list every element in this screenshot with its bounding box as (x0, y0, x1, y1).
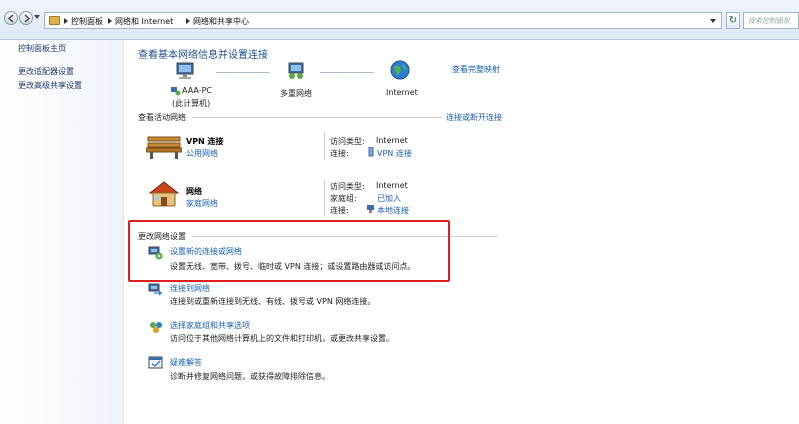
multiple-networks-icon[interactable] (286, 62, 306, 82)
forward-button[interactable] (19, 11, 33, 25)
homegroup-sharing-desc: 访问位于其他网络计算机上的文件和打印机，或更改共享设置。 (170, 334, 394, 343)
forward-arrow-icon (24, 14, 31, 23)
breadcrumb-separator-icon[interactable] (108, 18, 112, 24)
details-divider (324, 132, 325, 160)
breadcrumb-control-panel[interactable]: 控制面板 (71, 16, 103, 27)
vpn-connection-icon (368, 146, 374, 159)
breadcrumb-separator-icon[interactable] (64, 18, 68, 24)
local-connection-icon (367, 204, 375, 216)
change-adapter-settings-link[interactable]: 更改适配器设置 (18, 66, 74, 77)
vpn-connection-label: 连接: (330, 149, 349, 158)
connect-to-network-link[interactable]: 连接到网络 (170, 283, 210, 294)
page-title: 查看基本网络信息并设置连接 (138, 50, 268, 61)
multiple-networks-label: 多重网络 (280, 89, 312, 98)
home-network-icon (148, 180, 180, 210)
computer-sublabel: (此计算机) (172, 99, 211, 108)
search-input[interactable]: 搜索控制面板 (743, 12, 799, 29)
home-access-type-label: 访问类型: (330, 182, 365, 191)
section-divider (192, 117, 442, 118)
change-advanced-sharing-link[interactable]: 更改高级共享设置 (18, 80, 82, 91)
vpn-access-type-value: Internet (376, 136, 408, 145)
homegroup-joined-link[interactable]: 已加入 (377, 193, 401, 204)
connect-or-disconnect-link[interactable]: 连接或断开连接 (446, 112, 502, 123)
control-panel-folder-icon (49, 16, 60, 25)
local-connection-link[interactable]: 本地连接 (377, 205, 409, 216)
troubleshoot-link[interactable]: 疑难解答 (170, 357, 202, 368)
bench-public-network-icon (145, 134, 183, 162)
computer-icon[interactable] (175, 62, 195, 82)
left-task-pane: 控制面板主页 更改适配器设置 更改高级共享设置 (0, 40, 124, 424)
back-button[interactable] (4, 11, 18, 25)
breadcrumb-network-sharing-center[interactable]: 网络和共享中心 (193, 16, 249, 27)
back-arrow-icon (7, 14, 14, 23)
home-connection-label: 连接: (330, 206, 349, 215)
map-connector-line (216, 72, 270, 73)
network-adapter-icon (170, 85, 181, 98)
internet-label: Internet (386, 88, 418, 97)
connect-to-network-desc: 连接到或重新连接到无线、有线、拨号或 VPN 网络连接。 (170, 297, 376, 306)
search-placeholder: 搜索控制面板 (748, 17, 790, 25)
vpn-network-name: VPN 连接 (186, 137, 224, 146)
homegroup-label: 家庭组: (330, 194, 357, 203)
recent-pages-dropdown[interactable] (34, 15, 40, 19)
address-bar[interactable]: 控制面板 网络和 Internet 网络和共享中心 (44, 12, 722, 29)
homegroup-sharing-link[interactable]: 选择家庭组和共享选项 (170, 320, 250, 331)
homegroup-sharing-icon (148, 320, 164, 336)
address-dropdown-icon[interactable] (710, 19, 716, 23)
public-network-link[interactable]: 公用网络 (186, 148, 218, 159)
highlight-annotation-box (128, 220, 450, 282)
details-divider (324, 180, 325, 216)
troubleshoot-icon (148, 356, 164, 372)
active-networks-heading: 查看活动网络 (138, 113, 186, 122)
control-panel-home-link[interactable]: 控制面板主页 (18, 43, 66, 54)
refresh-button[interactable]: ↻ (726, 12, 740, 29)
vpn-connection-link[interactable]: VPN 连接 (377, 148, 412, 159)
computer-name: AAA-PC (182, 86, 212, 95)
breadcrumb-network-internet[interactable]: 网络和 Internet (115, 16, 173, 27)
map-connector-line (320, 72, 374, 73)
breadcrumb-separator-icon[interactable] (186, 18, 190, 24)
view-full-map-link[interactable]: 查看完整映射 (452, 64, 500, 75)
home-network-name: 网络 (186, 187, 202, 196)
home-network-link[interactable]: 家庭网络 (186, 198, 218, 209)
refresh-icon: ↻ (728, 15, 738, 26)
home-access-type-value: Internet (376, 181, 408, 190)
address-toolbar: 控制面板 网络和 Internet 网络和共享中心 ↻ 搜索控制面板 (0, 0, 799, 40)
internet-globe-icon[interactable] (390, 60, 410, 82)
troubleshoot-desc: 诊断并修复网络问题，或获得故障排除信息。 (170, 372, 330, 381)
connect-to-network-icon (148, 283, 164, 299)
vpn-access-type-label: 访问类型: (330, 137, 365, 146)
